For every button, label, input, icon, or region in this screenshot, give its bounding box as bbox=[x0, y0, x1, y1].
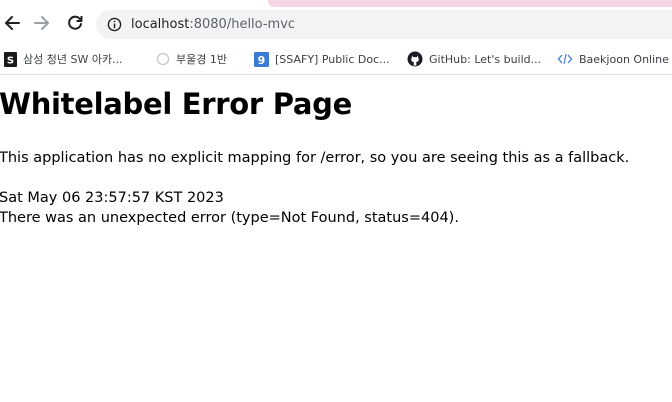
error-timestamp: Sat May 06 23:57:57 KST 2023 bbox=[0, 190, 224, 206]
url-path: :8080/hello-mvc bbox=[189, 17, 296, 32]
tab-strip-accent bbox=[268, 0, 672, 7]
forward-arrow-icon bbox=[34, 16, 49, 30]
svg-text:9: 9 bbox=[258, 54, 266, 67]
error-status: There was an unexpected error (type=Not … bbox=[0, 210, 459, 226]
url-text[interactable]: localhost:8080/hello-mvc bbox=[131, 16, 295, 33]
bookmark-label: Baekjoon Online bbox=[579, 52, 669, 66]
bookmark-busan-class[interactable]: 부울경 1반 bbox=[156, 49, 227, 69]
info-icon[interactable] bbox=[107, 17, 122, 32]
github-icon bbox=[407, 51, 423, 67]
nine-square-favicon-icon: 9 bbox=[254, 51, 269, 67]
url-host: localhost bbox=[131, 17, 190, 32]
bookmark-baekjoon[interactable]: Baekjoon Online bbox=[557, 49, 669, 69]
reload-icon bbox=[68, 15, 83, 30]
bookmarks-bar: S 삼성 청년 SW 아카... 부울경 1반 9 [SSAFY] Public… bbox=[0, 44, 672, 75]
bookmark-label: 삼성 청년 SW 아카... bbox=[23, 53, 123, 66]
error-message: This application has no explicit mapping… bbox=[0, 150, 630, 166]
error-details: Sat May 06 23:57:57 KST 2023 There was a… bbox=[0, 188, 459, 228]
bookmark-ssafy-docs[interactable]: 9 [SSAFY] Public Doc... bbox=[254, 49, 390, 69]
loading-circle-icon bbox=[156, 52, 170, 66]
back-arrow-icon bbox=[5, 16, 20, 30]
page-title: Whitelabel Error Page bbox=[0, 87, 352, 121]
bookmark-github[interactable]: GitHub: Let's build... bbox=[407, 49, 541, 69]
reload-button[interactable] bbox=[64, 12, 86, 34]
svg-text:S: S bbox=[7, 55, 14, 66]
code-brackets-icon bbox=[557, 52, 573, 66]
bookmark-label: [SSAFY] Public Doc... bbox=[275, 52, 390, 66]
bookmark-label: 부울경 1반 bbox=[176, 53, 227, 66]
bookmark-label: GitHub: Let's build... bbox=[429, 52, 542, 66]
bookmark-samsung[interactable]: S 삼성 청년 SW 아카... bbox=[4, 49, 123, 69]
samsung-favicon-icon: S bbox=[4, 51, 17, 67]
address-bar[interactable]: localhost:8080/hello-mvc bbox=[96, 10, 672, 39]
browser-toolbar: localhost:8080/hello-mvc bbox=[0, 0, 672, 44]
forward-button[interactable] bbox=[31, 12, 53, 34]
back-button[interactable] bbox=[1, 12, 23, 34]
